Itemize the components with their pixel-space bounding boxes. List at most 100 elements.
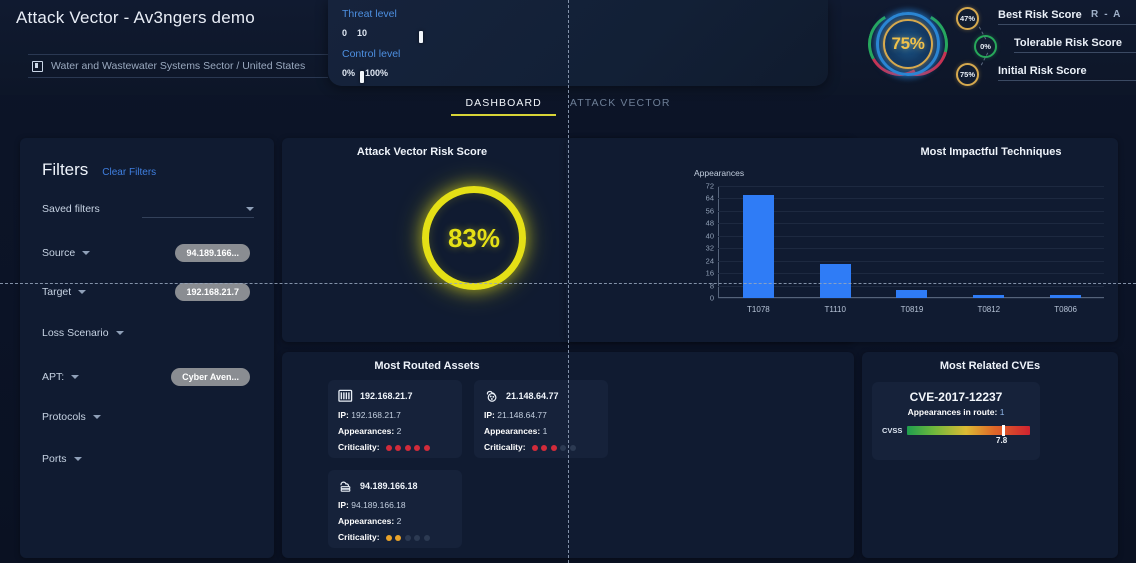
asset-appearances-row: Appearances: 2 <box>338 516 452 526</box>
threat-level-knob[interactable] <box>419 30 424 43</box>
chart-x-tick: T0806 <box>1054 305 1077 314</box>
filter-row-source[interactable]: Source 94.189.166... <box>42 240 254 266</box>
filter-label-target: Target <box>42 286 72 298</box>
mra-title: Most Routed Assets <box>374 360 480 372</box>
chart-bar-slot[interactable] <box>720 186 797 298</box>
criticality-dot <box>385 534 392 541</box>
building-icon <box>32 60 43 72</box>
filter-label-ports: Ports <box>42 453 67 465</box>
risk-score-tolerable[interactable]: 0% Tolerable Risk Score <box>956 34 1136 60</box>
asset-ip-row: IP: 21.148.64.77 <box>484 410 598 420</box>
asset-ip-label: IP: <box>484 410 495 420</box>
page-title: Attack Vector - Av3ngers demo <box>16 8 255 27</box>
chevron-down-icon[interactable] <box>73 457 82 461</box>
asset-ip-row: IP: 192.168.21.7 <box>338 410 452 420</box>
asset-header: 192.168.21.7 <box>338 389 452 403</box>
mrc-title: Most Related CVEs <box>939 360 1041 372</box>
chart-y-tick: 0 <box>709 293 714 303</box>
chevron-down-icon[interactable] <box>92 415 101 419</box>
filter-label-saved-filters: Saved filters <box>42 203 100 215</box>
chart-x-tick: T0812 <box>977 305 1001 314</box>
filter-row-apt[interactable]: APT: Cyber Aven... <box>42 364 254 390</box>
chart-y-tick: 16 <box>705 268 714 278</box>
chart-bar-slot[interactable] <box>797 186 874 298</box>
tolerable-risk-label: Tolerable Risk Score <box>1014 37 1136 53</box>
chart-bar[interactable] <box>973 294 1005 298</box>
threat-level-slider[interactable]: 0 10 <box>342 28 424 43</box>
asset-criticality-label: Criticality: <box>338 442 380 452</box>
asset-appearances-label: Appearances: <box>484 426 541 436</box>
chevron-down-icon[interactable] <box>78 290 87 294</box>
criticality-dot <box>550 444 557 451</box>
control-level-knob[interactable] <box>360 70 365 83</box>
tab-attack-vector[interactable]: ATTACK VECTOR <box>556 97 685 114</box>
chart-bar-slot[interactable] <box>1027 186 1104 298</box>
filter-chip-source[interactable]: 94.189.166... <box>175 244 250 262</box>
initial-risk-label: Initial Risk Score <box>998 65 1136 81</box>
chart-bar[interactable] <box>896 290 928 298</box>
chart-bar[interactable] <box>742 195 774 298</box>
chart-bar[interactable] <box>819 263 851 298</box>
cvss-value: 7.8 <box>996 436 1008 445</box>
asset-ip-label: IP: <box>338 500 349 510</box>
filters-header: Filters Clear Filters <box>42 160 156 180</box>
criticality-dot <box>404 534 411 541</box>
criticality-dots <box>531 444 576 451</box>
asset-card[interactable]: 192.168.21.7 IP: 192.168.21.7 Appearance… <box>328 380 462 458</box>
control-level-slider[interactable]: 0% 100% <box>342 68 388 83</box>
asset-ip-row: IP: 94.189.166.18 <box>338 500 452 510</box>
cve-appearances-value: 1 <box>999 407 1005 417</box>
asset-appearances-row: Appearances: 2 <box>338 426 452 436</box>
clear-filters-button[interactable]: Clear Filters <box>102 167 156 178</box>
filter-row-protocols[interactable]: Protocols <box>42 404 254 430</box>
cve-appearances: Appearances in route: 1 <box>882 407 1030 417</box>
chevron-down-icon[interactable] <box>82 251 91 255</box>
saved-filters-select[interactable] <box>142 200 254 218</box>
chart-bar-slot[interactable] <box>950 186 1027 298</box>
filter-chip-apt[interactable]: Cyber Aven... <box>171 368 250 386</box>
criticality-dot <box>385 444 392 451</box>
criticality-dot <box>395 444 402 451</box>
filter-row-target[interactable]: Target 192.168.21.7 <box>42 279 254 305</box>
filter-row-loss-scenario[interactable]: Loss Scenario <box>42 320 254 346</box>
filters-title: Filters <box>42 160 89 179</box>
asset-criticality-row: Criticality: <box>338 442 452 452</box>
cvss-knob <box>1001 425 1005 436</box>
server-rack-icon <box>338 389 353 402</box>
chart-bar[interactable] <box>1050 294 1082 298</box>
initial-risk-badge: 75% <box>956 63 979 86</box>
asset-criticality-row: Criticality: <box>484 442 598 452</box>
chart-x-tick: T1110 <box>824 305 846 314</box>
risk-score-list: 47% Best Risk Score 0% Tolerable Risk Sc… <box>956 6 1136 90</box>
chevron-down-icon[interactable] <box>115 331 124 335</box>
criticality-dot <box>423 534 430 541</box>
risk-score-best[interactable]: 47% Best Risk Score <box>956 6 1136 32</box>
risk-score-value: 83% <box>447 222 501 253</box>
most-related-cves-panel: Most Related CVEs CVE-2017-12237 Appeara… <box>862 352 1118 558</box>
asset-ip-value: 94.189.166.18 <box>351 500 406 510</box>
asset-name: 21.148.64.77 <box>506 391 559 401</box>
techniques-bar-chart: 72 64 56 48 40 32 24 16 8 0 T1078 T1110 T0819 T0812 T… <box>706 178 1118 318</box>
best-risk-label: Best Risk Score <box>998 9 1136 25</box>
sector-field[interactable]: Water and Wastewater Systems Sector / Un… <box>28 54 328 78</box>
chevron-down-icon[interactable] <box>71 375 80 379</box>
risk-summary-panel: Threat level 0 10 Control level 0% 100% <box>328 0 1136 88</box>
risk-score-initial[interactable]: 75% Initial Risk Score <box>956 62 1136 88</box>
filter-chip-target[interactable]: 192.168.21.7 <box>175 283 250 301</box>
attack-vector-dashboard: Attack Vector - Av3ngers demo R - A Wate… <box>0 0 1136 563</box>
tab-dashboard[interactable]: DASHBOARD <box>451 97 556 116</box>
chart-bar-slot[interactable] <box>874 186 951 298</box>
asset-card[interactable]: 94.189.166.18 IP: 94.189.166.18 Appearan… <box>328 470 462 548</box>
filter-row-saved-filters[interactable]: Saved filters <box>42 196 254 222</box>
chevron-down-icon <box>246 206 254 211</box>
criticality-dot <box>395 534 402 541</box>
asset-card[interactable]: 21.148.64.77 IP: 21.148.64.77 Appearance… <box>474 380 608 458</box>
chart-y-tick: 64 <box>705 193 714 203</box>
asset-header: 21.148.64.77 <box>484 389 598 403</box>
best-risk-badge: 47% <box>956 7 979 30</box>
chart-x-tick: T0819 <box>900 305 924 314</box>
filter-row-ports[interactable]: Ports <box>42 446 254 472</box>
filters-panel: Filters Clear Filters Saved filters Sour… <box>20 138 274 558</box>
threat-level-max: 10 <box>357 28 368 38</box>
cve-card[interactable]: CVE-2017-12237 Appearances in route: 1 C… <box>872 382 1040 460</box>
